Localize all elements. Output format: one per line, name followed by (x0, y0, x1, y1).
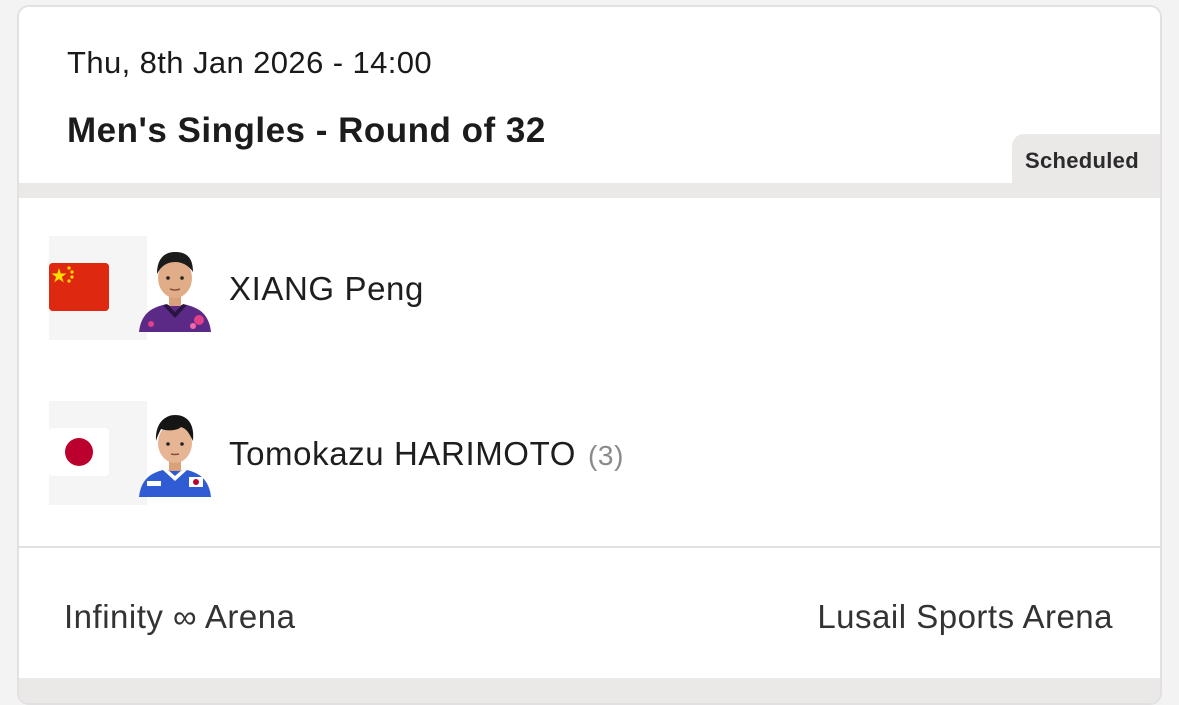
player-avatar-xiang (137, 244, 213, 332)
player-name[interactable]: Tomokazu HARIMOTO (3) (229, 435, 624, 473)
status-badge: Scheduled (1012, 134, 1160, 190)
match-card[interactable]: Thu, 8th Jan 2026 - 14:00 Men's Singles … (17, 5, 1162, 705)
player-name-text: XIANG Peng (229, 270, 424, 307)
flag-container (49, 236, 147, 340)
china-flag-icon (49, 263, 109, 311)
match-datetime: Thu, 8th Jan 2026 - 14:00 (67, 45, 433, 80)
japan-flag-icon (49, 428, 109, 476)
card-bottom-strip (19, 678, 1160, 703)
match-title: Men's Singles - Round of 32 (67, 111, 546, 150)
player-row-xiang[interactable]: XIANG Peng (49, 236, 1129, 340)
player-seed: (3) (588, 440, 625, 471)
players-list: XIANG Peng Tomokazu HARIMOTO (3) (19, 198, 1160, 546)
player-name[interactable]: XIANG Peng (229, 270, 424, 308)
flag-container (49, 401, 147, 505)
player-avatar-harimoto (137, 409, 213, 497)
player-name-text: Tomokazu HARIMOTO (229, 435, 576, 472)
header-divider (19, 183, 1160, 198)
player-row-harimoto[interactable]: Tomokazu HARIMOTO (3) (49, 401, 1129, 505)
arena-name: Lusail Sports Arena (817, 598, 1113, 635)
court-name: Infinity ∞ Arena (64, 598, 296, 635)
match-header: Thu, 8th Jan 2026 - 14:00 Men's Singles … (19, 7, 1160, 190)
venue-footer: Infinity ∞ Arena Lusail Sports Arena (19, 548, 1160, 678)
